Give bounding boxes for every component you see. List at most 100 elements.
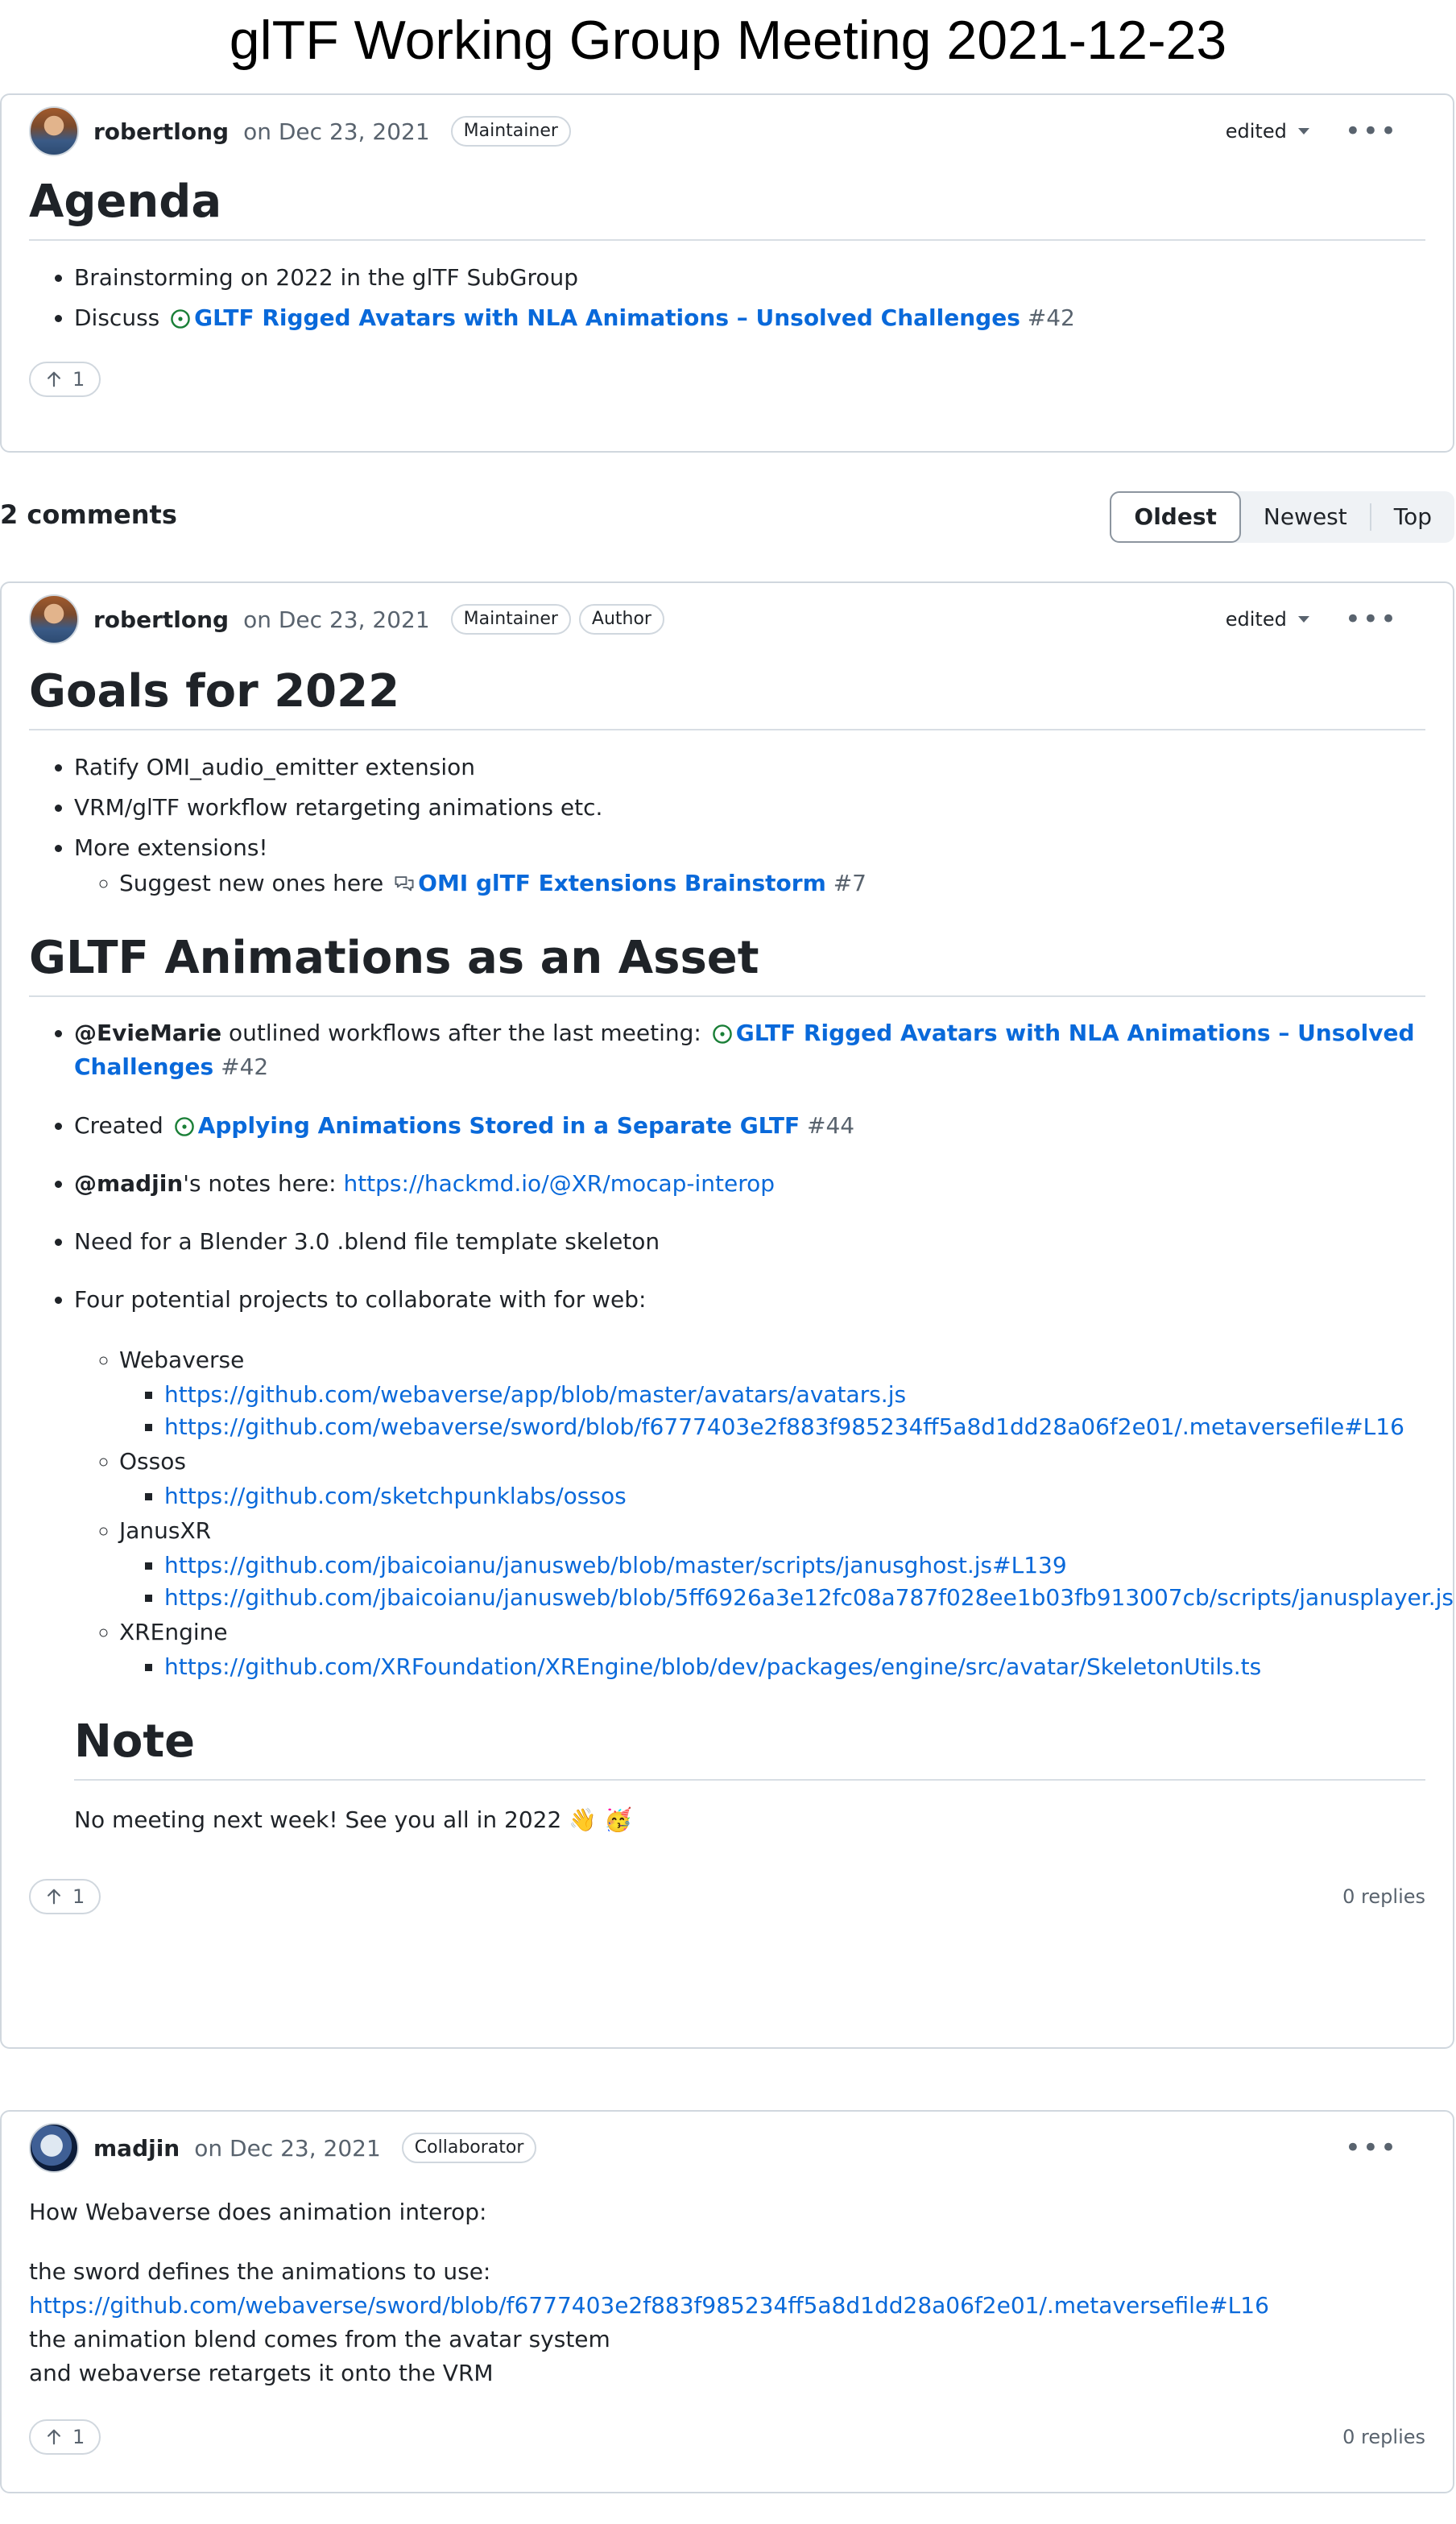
comment: madjin on Dec 23, 2021 Collaborator ••• … (0, 2110, 1454, 2493)
list-item: https://github.com/jbaicoianu/janusweb/b… (164, 1582, 1454, 1614)
hackmd-link[interactable]: https://hackmd.io/@XR/mocap-interop (343, 1170, 775, 1197)
project-name: Webaverse (119, 1347, 245, 1373)
list-item: More extensions! Suggest new ones here O… (74, 832, 1425, 900)
issue-number[interactable]: #44 (807, 1112, 854, 1139)
list-item: https://github.com/jbaicoianu/janusweb/b… (164, 1550, 1425, 1582)
chevron-down-icon[interactable] (1297, 616, 1309, 623)
discussion-number[interactable]: #7 (833, 870, 867, 896)
upvote-count: 1 (72, 2426, 85, 2448)
metaversefile-link[interactable]: https://github.com/webaverse/sword/blob/… (29, 2292, 1269, 2319)
discussion-post: robertlong on Dec 23, 2021 Maintainer ed… (0, 93, 1454, 453)
issue-link[interactable]: GLTF Rigged Avatars with NLA Animations … (194, 304, 1020, 331)
avatar[interactable] (29, 2123, 79, 2173)
project-item: Webaverse https://github.com/webaverse/a… (119, 1342, 1425, 1443)
agenda-list: Brainstorming on 2022 in the glTF SubGro… (29, 262, 1425, 334)
list-item: Suggest new ones here OMI glTF Extension… (119, 867, 1425, 900)
goals-list: Ratify OMI_audio_emitter extension VRM/g… (29, 751, 1425, 900)
project-link[interactable]: https://github.com/sketchpunklabs/ossos (164, 1483, 627, 1509)
edited-dropdown[interactable]: edited (1226, 120, 1287, 143)
project-link[interactable]: https://github.com/webaverse/app/blob/ma… (164, 1381, 906, 1408)
sort-oldest-button[interactable]: Oldest (1110, 491, 1241, 543)
project-link[interactable]: https://github.com/XRFoundation/XREngine… (164, 1653, 1261, 1680)
arrow-up-icon (48, 1889, 60, 1905)
project-link[interactable]: https://github.com/webaverse/sword/blob/… (164, 1413, 1404, 1440)
comment-text: the sword defines the animations to use: (29, 2258, 491, 2285)
list-item-text: Discuss (74, 304, 160, 331)
list-item: https://github.com/sketchpunklabs/ossos (164, 1480, 1425, 1512)
user-mention[interactable]: @madjin (74, 1170, 183, 1197)
page-title: glTF Working Group Meeting 2021-12-23 (229, 10, 1227, 71)
upvote-button[interactable]: 1 (29, 2419, 101, 2455)
list-item: Brainstorming on 2022 in the glTF SubGro… (74, 262, 1425, 294)
list-item-text: 's notes here: (183, 1170, 337, 1197)
project-name: JanusXR (119, 1517, 212, 1544)
user-mention[interactable]: @EvieMarie (74, 1020, 221, 1046)
goals-heading: Goals for 2022 (29, 665, 1425, 730)
project-link[interactable]: https://github.com/jbaicoianu/janusweb/b… (164, 1584, 1454, 1611)
replies-count[interactable]: 0 replies (1342, 1885, 1425, 1908)
list-item: https://github.com/webaverse/app/blob/ma… (164, 1379, 1425, 1411)
list-item-text: Suggest new ones here (119, 870, 384, 896)
comment: robertlong on Dec 23, 2021 Maintainer Au… (0, 581, 1454, 2049)
collaborator-badge: Collaborator (401, 2133, 537, 2163)
upvote-count: 1 (72, 1885, 85, 1908)
issue-number[interactable]: #42 (1028, 304, 1075, 331)
list-item: https://github.com/XRFoundation/XREngine… (164, 1651, 1425, 1683)
maintainer-badge: Maintainer (450, 604, 571, 635)
sort-newest-button[interactable]: Newest (1241, 491, 1370, 543)
project-name: Ossos (119, 1448, 186, 1475)
discussion-link[interactable]: OMI glTF Extensions Brainstorm (418, 870, 826, 896)
avatar[interactable] (29, 594, 79, 644)
discussion-icon (395, 876, 414, 892)
upvote-button[interactable]: 1 (29, 362, 101, 397)
post-header: robertlong on Dec 23, 2021 Maintainer ed… (29, 95, 1425, 168)
chevron-down-icon[interactable] (1297, 128, 1309, 134)
more-options-icon[interactable]: ••• (1345, 118, 1398, 145)
project-name: XREngine (119, 1619, 228, 1645)
animations-heading: GLTF Animations as an Asset (29, 932, 1425, 997)
more-options-icon[interactable]: ••• (1345, 2134, 1398, 2162)
comment-header: robertlong on Dec 23, 2021 Maintainer Au… (29, 583, 1425, 656)
comments-count: 2 comments (0, 499, 177, 530)
comment-date[interactable]: on Dec 23, 2021 (194, 2135, 381, 2162)
comment-text: and webaverse retargets it onto the VRM (29, 2360, 494, 2386)
arrow-up-icon (48, 2429, 60, 2445)
list-item: https://github.com/webaverse/sword/blob/… (164, 1411, 1425, 1443)
list-item-text: outlined workflows after the last meetin… (229, 1020, 701, 1046)
project-link[interactable]: https://github.com/jbaicoianu/janusweb/b… (164, 1552, 1067, 1579)
comment-date[interactable]: on Dec 23, 2021 (243, 606, 430, 633)
replies-count[interactable]: 0 replies (1342, 2426, 1425, 2448)
arrow-up-icon (48, 371, 60, 387)
list-item-text: Four potential projects to collaborate w… (74, 1286, 647, 1313)
comment-text: the animation blend comes from the avata… (29, 2326, 610, 2352)
edited-dropdown[interactable]: edited (1226, 608, 1287, 631)
author-name[interactable]: robertlong (93, 118, 229, 145)
note-text: No meeting next week! See you all in 202… (74, 1806, 632, 1833)
list-item: VRM/glTF workflow retargeting animations… (74, 792, 1425, 824)
open-issue-icon (174, 1117, 194, 1136)
agenda-heading: Agenda (29, 176, 1425, 241)
author-badge: Author (578, 604, 664, 635)
comment-header: madjin on Dec 23, 2021 Collaborator ••• (29, 2112, 1425, 2184)
list-item-text: More extensions! (74, 834, 268, 861)
project-item: Ossos https://github.com/sketchpunklabs/… (119, 1443, 1425, 1512)
animations-list: @EvieMarie outlined workflows after the … (29, 1016, 1454, 1683)
list-item: Ratify OMI_audio_emitter extension (74, 751, 1425, 784)
project-item: XREngine https://github.com/XRFoundation… (119, 1614, 1425, 1683)
sort-top-button[interactable]: Top (1371, 491, 1454, 543)
comment-link-line: https://github.com/webaverse/sword/blob/… (29, 2289, 1425, 2323)
upvote-button[interactable]: 1 (29, 1879, 101, 1914)
author-name[interactable]: madjin (93, 2135, 180, 2162)
issue-link[interactable]: Applying Animations Stored in a Separate… (198, 1112, 800, 1139)
open-issue-icon (712, 1024, 732, 1044)
author-name[interactable]: robertlong (93, 606, 229, 633)
list-item: @madjin's notes here: https://hackmd.io/… (74, 1168, 1425, 1200)
note-heading: Note (74, 1715, 1425, 1781)
more-options-icon[interactable]: ••• (1345, 606, 1398, 633)
avatar[interactable] (29, 106, 79, 156)
sort-segmented-control: Oldest Newest Top (1110, 491, 1454, 543)
list-item: Discuss GLTF Rigged Avatars with NLA Ani… (74, 302, 1425, 334)
upvote-count: 1 (72, 368, 85, 391)
issue-number[interactable]: #42 (221, 1053, 268, 1080)
post-date[interactable]: on Dec 23, 2021 (243, 118, 430, 145)
